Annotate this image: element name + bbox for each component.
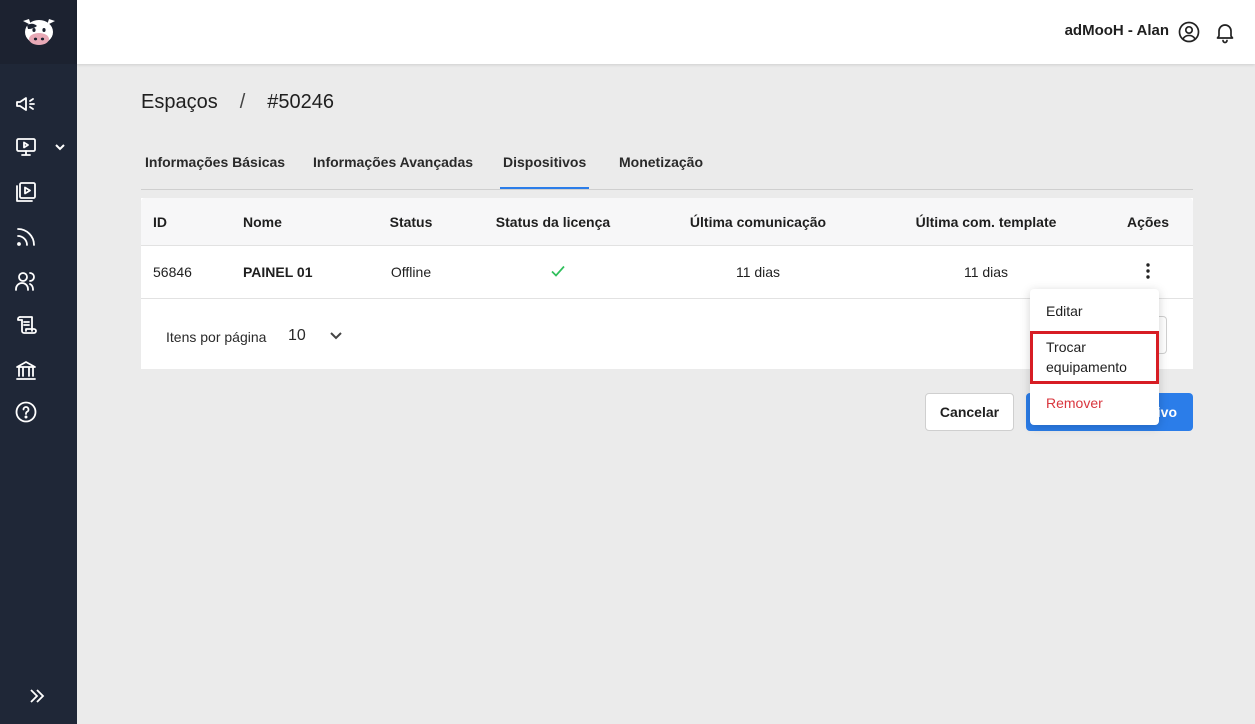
- cell-last-template: 11 dias: [963, 264, 1009, 280]
- cancel-button[interactable]: Cancelar: [925, 393, 1014, 431]
- more-vertical-icon[interactable]: [1139, 261, 1157, 281]
- scroll-icon[interactable]: [14, 313, 38, 337]
- cell-id: 56846: [153, 264, 192, 280]
- users-icon[interactable]: [14, 269, 38, 293]
- tab-informacoes-avancadas[interactable]: Informações Avançadas: [313, 154, 473, 170]
- items-per-page-label: Itens por página: [166, 329, 267, 345]
- expand-sidebar-icon[interactable]: [27, 686, 47, 706]
- breadcrumb-separator: /: [239, 91, 246, 113]
- bank-icon[interactable]: [14, 358, 38, 382]
- cell-name: PAINEL 01: [243, 264, 313, 280]
- column-header-id: ID: [153, 214, 167, 230]
- column-header-status: Status: [389, 214, 433, 230]
- check-icon: [550, 263, 566, 279]
- rss-icon[interactable]: [14, 225, 38, 249]
- chevron-down-icon: [328, 327, 344, 343]
- help-icon[interactable]: [14, 400, 38, 424]
- bell-icon[interactable]: [1213, 20, 1237, 44]
- megaphone-icon[interactable]: [14, 92, 38, 116]
- column-header-acoes: Ações: [1126, 214, 1170, 230]
- menu-item-remover[interactable]: Remover: [1046, 393, 1103, 413]
- tab-informacoes-basicas[interactable]: Informações Básicas: [145, 154, 285, 170]
- tab-monetizacao[interactable]: Monetização: [619, 154, 703, 170]
- column-header-status-licenca: Status da licença: [495, 214, 611, 230]
- highlight-box: [1030, 331, 1159, 384]
- sidebar: [0, 0, 77, 724]
- cell-status: Offline: [390, 264, 432, 280]
- column-header-ultima-com-template: Última com. template: [915, 214, 1057, 230]
- chevron-down-icon[interactable]: [52, 139, 68, 155]
- top-bar: adMooH - Alan: [77, 0, 1255, 64]
- items-per-page-value: 10: [288, 327, 306, 344]
- table-header: ID Nome Status Status da licença Última …: [141, 198, 1193, 246]
- breadcrumb-current: #50246: [267, 91, 335, 113]
- media-library-icon[interactable]: [14, 180, 38, 204]
- cell-last-communication: 11 dias: [735, 264, 781, 280]
- monitor-play-icon[interactable]: [14, 135, 38, 159]
- column-header-ultima-comunicacao: Última comunicação: [689, 214, 827, 230]
- tab-bar: Informações Básicas Informações Avançada…: [141, 140, 1193, 190]
- add-device-button-label: ivo: [1156, 404, 1177, 420]
- breadcrumb-parent[interactable]: Espaços: [141, 91, 218, 114]
- items-per-page-select[interactable]: 10: [288, 325, 348, 347]
- logo[interactable]: [0, 0, 77, 64]
- user-circle-icon[interactable]: [1177, 20, 1201, 44]
- tab-dispositivos[interactable]: Dispositivos: [499, 154, 590, 189]
- cow-logo-icon: [22, 19, 55, 45]
- account-name[interactable]: adMooH - Alan: [1065, 22, 1169, 39]
- breadcrumb: Espaços / #50246: [141, 91, 334, 114]
- menu-item-editar[interactable]: Editar: [1046, 301, 1083, 321]
- column-header-nome: Nome: [243, 214, 282, 230]
